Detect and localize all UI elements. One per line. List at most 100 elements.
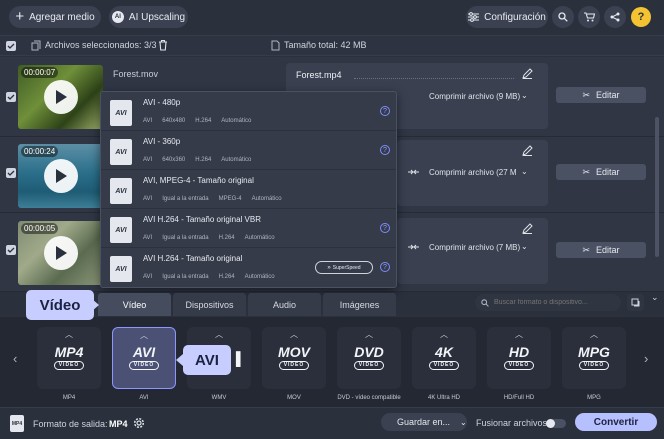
preset-item[interactable]: AVI AVI - 360p AVI 640x360 H.264 Automát… (101, 131, 396, 170)
merge-files-label: Fusionar archivos: (476, 418, 550, 428)
play-button[interactable] (43, 80, 78, 114)
collapse-chevron-icon[interactable]: ⌄ (651, 292, 659, 303)
share-button[interactable] (604, 6, 626, 28)
output-panel: Comprimir archivo (27 M ⌄ (397, 140, 548, 206)
preset-specs: AVI 640x360 H.264 Automático (143, 157, 251, 163)
tab-devices[interactable]: Dispositivos (173, 293, 246, 316)
search-icon (481, 298, 489, 307)
4k-logo-icon: 4K VIDEO (429, 345, 459, 370)
compress-select[interactable]: Comprimir archivo (27 M (429, 168, 517, 177)
format-logo-sub: VIDEO (429, 361, 459, 370)
scrollbar[interactable] (654, 57, 660, 292)
info-icon[interactable]: ? (380, 262, 390, 272)
scrollbar-thumb[interactable] (655, 117, 659, 257)
file-name: Forest.mov (113, 69, 159, 79)
video-thumbnail[interactable]: 00:00:05 (18, 221, 103, 285)
scroll-right-icon[interactable]: › (644, 351, 648, 366)
edit-button[interactable]: ✂ Editar (556, 164, 646, 180)
tab-images[interactable]: Imágenes (323, 293, 396, 316)
compress-select[interactable]: Comprimir archivo (7 MB) (429, 243, 520, 252)
scissors-icon: ✂ (582, 166, 591, 177)
trash-icon[interactable] (158, 39, 168, 51)
format-card-mpg[interactable]: ︿ MPG VIDEO MPG (562, 327, 626, 411)
video-callout: Vídeo (26, 290, 94, 320)
preset-spec: Automático (244, 274, 275, 280)
select-all-checkbox[interactable] (6, 41, 16, 51)
mpg-logo-icon: MPG VIDEO (578, 344, 610, 370)
avi-logo-icon: AVI VIDEO (129, 344, 159, 370)
info-icon[interactable]: ? (380, 145, 390, 155)
info-icon[interactable]: ? (380, 223, 390, 233)
video-thumbnail[interactable]: 00:00:24 (18, 144, 103, 208)
preset-specs: AVI 640x480 H.264 Automático (143, 118, 251, 124)
dvd-logo-icon: DVD VIDEO (354, 345, 384, 370)
superspeed-label: SuperSpeed (332, 264, 361, 271)
format-card: ︿ HD VIDEO (487, 327, 551, 389)
preset-title: AVI - 480p (143, 98, 181, 107)
edit-button[interactable]: ✂ Editar (556, 87, 646, 103)
cart-button[interactable] (578, 6, 600, 28)
total-size-label: Tamaño total: 42 MB (284, 40, 367, 50)
add-media-button[interactable]: + Agregar medio (9, 6, 101, 28)
format-strip: ‹ › ︿ MP4 VIDEO MP4 ︿ AVI VIDEO AVI ︿ ▐ WM… (0, 317, 664, 407)
merge-files-toggle[interactable] (546, 419, 566, 428)
preset-spec: AVI (143, 118, 153, 124)
preset-spec: Igual a la entrada (162, 196, 209, 202)
format-card-dvd[interactable]: ︿ DVD VIDEO DVD - vídeo compatible (337, 327, 401, 411)
format-label: AVI (139, 395, 149, 401)
format-logo-sub: VIDEO (504, 361, 534, 370)
help-button[interactable]: ? (631, 7, 651, 27)
tab-video[interactable]: Vídeo (98, 293, 171, 316)
format-logo-text: MPG (578, 344, 610, 360)
wmv-logo-icon: ▐ (231, 350, 241, 366)
add-preset-button[interactable] (627, 294, 644, 311)
file-checkbox[interactable] (6, 245, 16, 255)
pencil-icon[interactable] (522, 223, 533, 234)
play-button[interactable] (43, 159, 78, 193)
file-checkbox[interactable] (6, 168, 16, 178)
chevron-up-icon: ︿ (140, 331, 148, 340)
preset-item[interactable]: AVI AVI, MPEG-4 - Tamaño original AVI Ig… (101, 170, 396, 209)
pencil-icon[interactable] (522, 145, 533, 156)
cart-icon (583, 12, 595, 22)
scroll-left-icon[interactable]: ‹ (13, 351, 17, 366)
edit-button[interactable]: ✂ Editar (556, 242, 646, 258)
format-search[interactable] (475, 294, 621, 311)
gear-icon[interactable] (133, 417, 145, 429)
format-label: DVD - vídeo compatible (337, 395, 401, 401)
format-card-4k[interactable]: ︿ 4K VIDEO 4K Ultra HD (412, 327, 476, 411)
settings-button[interactable]: Configuración (466, 6, 548, 28)
format-logo-sub: VIDEO (578, 361, 609, 370)
play-button[interactable] (43, 236, 78, 270)
search-button[interactable] (552, 6, 574, 28)
preset-item[interactable]: AVI AVI H.264 - Tamaño original VBR AVI … (101, 209, 396, 248)
file-checkbox[interactable] (6, 92, 16, 102)
format-logo-text: AVI (132, 344, 156, 360)
ai-upscaling-button[interactable]: AI AI Upscaling (109, 6, 188, 28)
preset-item[interactable]: AVI AVI H.264 - Tamaño original AVI Igua… (101, 248, 396, 287)
preset-item[interactable]: AVI AVI - 480p AVI 640x480 H.264 Automát… (101, 92, 396, 131)
format-card-avi[interactable]: ︿ AVI VIDEO AVI (112, 327, 176, 411)
preset-spec: H.264 (195, 157, 212, 163)
toggle-knob (546, 419, 555, 428)
format-card-mp4[interactable]: ︿ MP4 VIDEO MP4 (37, 327, 101, 411)
hd-logo-icon: HD VIDEO (504, 345, 534, 370)
play-icon (55, 246, 67, 260)
format-label: HD/Full HD (503, 395, 535, 401)
preset-specs: AVI Igual a la entrada MPEG-4 Automático (143, 196, 282, 202)
save-location-select[interactable]: Guardar en... ⌄ (381, 413, 467, 431)
scissors-icon: ✂ (582, 244, 591, 255)
convert-button[interactable]: Convertir (575, 413, 657, 431)
chevron-up-icon: ︿ (365, 330, 373, 339)
tab-audio[interactable]: Audio (248, 293, 321, 316)
info-icon[interactable]: ? (380, 106, 390, 116)
video-thumbnail[interactable]: 00:00:07 (18, 65, 103, 129)
format-search-input[interactable] (494, 299, 618, 306)
pencil-icon[interactable] (522, 68, 533, 79)
compress-select[interactable]: Comprimir archivo (9 MB) (429, 92, 520, 101)
preset-spec: AVI (143, 274, 153, 280)
format-card-hd[interactable]: ︿ HD VIDEO HD/Full HD (487, 327, 551, 411)
format-logo-text: MOV (278, 344, 310, 360)
format-card-mov[interactable]: ︿ MOV VIDEO MOV (262, 327, 326, 411)
avi-callout: AVI (183, 345, 231, 375)
